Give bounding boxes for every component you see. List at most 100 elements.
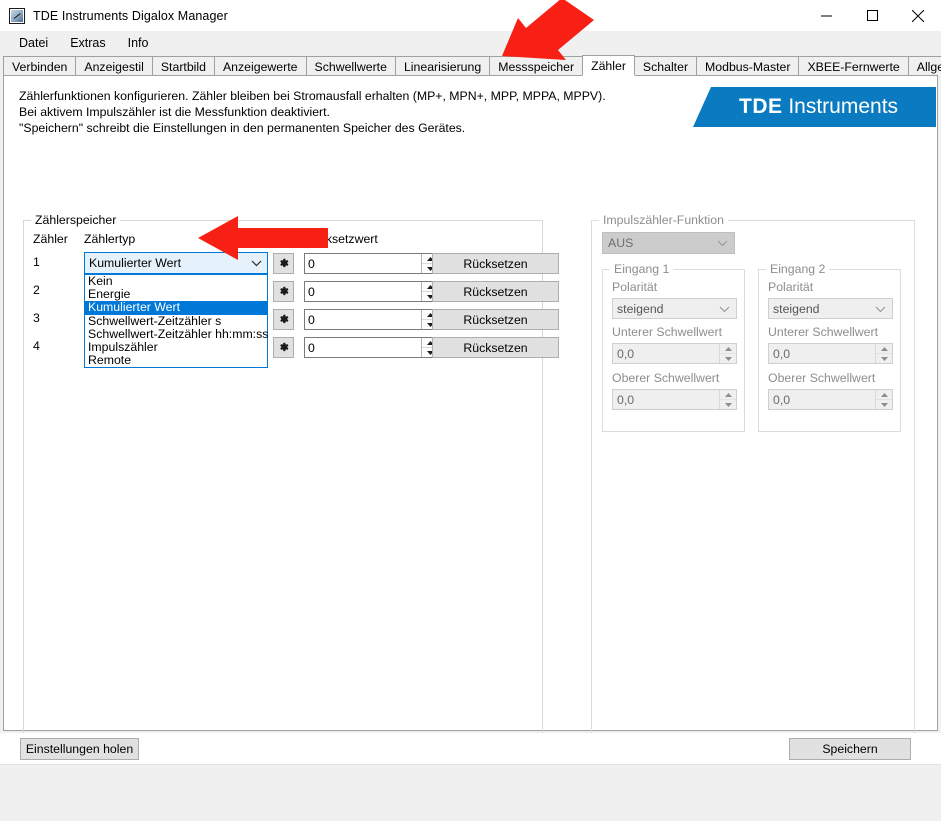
input-2-upper-threshold-value: 0,0: [773, 392, 791, 407]
spinner-up-icon[interactable]: [876, 344, 892, 353]
menu-item-extras[interactable]: Extras: [59, 33, 116, 53]
dropdown-option-schwellwert-zeitzaehler-s[interactable]: Schwellwert-Zeitzähler s: [85, 314, 267, 328]
dropdown-option-remote[interactable]: Remote: [85, 353, 267, 367]
spinner[interactable]: [719, 390, 736, 409]
reset-value-input-3-value: 0: [308, 312, 315, 327]
tab-xbee-fernwerte[interactable]: XBEE-Fernwerte: [798, 56, 909, 76]
counter-type-combobox-1[interactable]: Kumulierter Wert: [84, 252, 268, 274]
input-1-group-label: Eingang 1: [610, 262, 674, 276]
status-bar: Status: Bereit. (Powerbox) Verbunden: [0, 765, 941, 821]
tab-schalter[interactable]: Schalter: [633, 56, 698, 76]
tab-anzeigestil[interactable]: Anzeigestil: [75, 56, 153, 76]
tab-bar: Verbinden Anzeigestil Startbild Anzeigew…: [0, 55, 941, 76]
dropdown-option-kumulierter-wert[interactable]: Kumulierter Wert: [85, 301, 267, 315]
spinner-down-icon[interactable]: [720, 399, 736, 409]
input-2-lower-threshold-value: 0,0: [773, 346, 791, 361]
tab-schwellwerte[interactable]: Schwellwerte: [305, 56, 396, 76]
gauge-icon: [9, 7, 25, 24]
menu-item-info[interactable]: Info: [117, 33, 160, 53]
input-2-lower-threshold-label: Unterer Schwellwert: [768, 325, 879, 339]
minimize-icon[interactable]: [803, 0, 849, 31]
input-2-upper-threshold-input[interactable]: 0,0: [768, 389, 893, 410]
tab-allgemein[interactable]: Allgemein: [907, 56, 941, 76]
pulse-counter-group-label: Impulszähler-Funktion: [599, 213, 728, 227]
menu-bar: Datei Extras Info: [0, 31, 941, 55]
input-1-upper-threshold-value: 0,0: [617, 392, 635, 407]
input-2-group-label: Eingang 2: [766, 262, 830, 276]
tab-anzeigewerte[interactable]: Anzeigewerte: [213, 56, 307, 76]
tab-verbinden[interactable]: Verbinden: [3, 56, 77, 76]
column-header-reset-value: Rücksetzwert: [304, 232, 378, 246]
input-1-upper-threshold-input[interactable]: 0,0: [612, 389, 737, 410]
reset-value-input-1-value: 0: [308, 256, 315, 271]
counter-settings-gear-button-2[interactable]: [273, 281, 294, 302]
tab-linearisierung[interactable]: Linearisierung: [394, 56, 491, 76]
page-description: Zählerfunktionen konfigurieren. Zähler b…: [19, 89, 606, 135]
input-1-lower-threshold-label: Unterer Schwellwert: [612, 325, 723, 339]
input-1-lower-threshold-value: 0,0: [617, 346, 635, 361]
spinner-down-icon[interactable]: [720, 353, 736, 363]
logo-text-normal: Instruments: [782, 95, 899, 118]
reset-value-input-1[interactable]: 0: [304, 253, 439, 274]
reset-button-3[interactable]: Rücksetzen: [432, 309, 559, 330]
chevron-down-icon: [717, 236, 728, 250]
close-icon[interactable]: [895, 0, 941, 31]
dropdown-option-schwellwert-zeitzaehler-hhmmss[interactable]: Schwellwert-Zeitzähler hh:mm:ss: [85, 327, 268, 341]
menu-item-datei[interactable]: Datei: [8, 33, 59, 53]
row-number-3: 3: [33, 311, 40, 325]
reset-value-input-4-value: 0: [308, 340, 315, 355]
gear-icon: [280, 342, 289, 352]
pulse-mode-combobox-value: AUS: [608, 236, 634, 250]
counter-settings-gear-button-1[interactable]: [273, 253, 294, 274]
application-window: TDE Instruments Digalox Manager Datei Ex…: [0, 0, 941, 821]
maximize-icon[interactable]: [849, 0, 895, 31]
gear-icon: [280, 286, 289, 296]
tde-instruments-logo: TDE Instruments: [693, 87, 936, 127]
reset-value-input-3[interactable]: 0: [304, 309, 439, 330]
tab-modbus-master[interactable]: Modbus-Master: [696, 56, 800, 76]
chevron-down-icon: [251, 256, 262, 270]
tab-messspeicher[interactable]: Messspeicher: [489, 56, 584, 76]
input-1-lower-threshold-input[interactable]: 0,0: [612, 343, 737, 364]
reset-value-input-4[interactable]: 0: [304, 337, 439, 358]
spinner[interactable]: [875, 344, 892, 363]
row-number-2: 2: [33, 283, 40, 297]
title-bar: TDE Instruments Digalox Manager: [0, 0, 941, 31]
spinner[interactable]: [719, 344, 736, 363]
window-controls: [803, 0, 941, 31]
tab-startbild[interactable]: Startbild: [151, 56, 215, 76]
spinner[interactable]: [875, 390, 892, 409]
pulse-mode-combobox[interactable]: AUS: [602, 232, 735, 254]
input-1-upper-threshold-label: Oberer Schwellwert: [612, 371, 720, 385]
reset-button-2[interactable]: Rücksetzen: [432, 281, 559, 302]
reset-value-input-2-value: 0: [308, 284, 315, 299]
spinner-up-icon[interactable]: [720, 390, 736, 399]
input-1-polarity-combobox[interactable]: steigend: [612, 298, 737, 319]
save-button[interactable]: Speichern: [789, 738, 911, 760]
column-header-type: Zählertyp: [84, 232, 136, 246]
input-1-group: Eingang 1 Polarität steigend Unterer Sch…: [602, 262, 745, 432]
tab-content-zaehler: Zählerfunktionen konfigurieren. Zähler b…: [3, 75, 938, 804]
spinner-down-icon[interactable]: [876, 353, 892, 363]
reset-button-1[interactable]: Rücksetzen: [432, 253, 559, 274]
spinner-down-icon[interactable]: [876, 399, 892, 409]
logo-text: TDE Instruments: [739, 95, 898, 119]
input-2-lower-threshold-input[interactable]: 0,0: [768, 343, 893, 364]
spinner-up-icon[interactable]: [876, 390, 892, 399]
pulse-counter-group: Impulszähler-Funktion AUS Eingang 1 Pola…: [591, 213, 915, 804]
tab-zaehler[interactable]: Zähler: [582, 55, 635, 76]
counter-settings-gear-button-4[interactable]: [273, 337, 294, 358]
input-2-upper-threshold-label: Oberer Schwellwert: [768, 371, 876, 385]
spinner-up-icon[interactable]: [720, 344, 736, 353]
counter-memory-group-label: Zählerspeicher: [31, 213, 121, 227]
reset-value-input-2[interactable]: 0: [304, 281, 439, 302]
gear-icon: [280, 258, 289, 268]
fetch-settings-button[interactable]: Einstellungen holen: [20, 738, 139, 760]
input-2-polarity-combobox[interactable]: steigend: [768, 298, 893, 319]
counter-settings-gear-button-3[interactable]: [273, 309, 294, 330]
reset-button-4[interactable]: Rücksetzen: [432, 337, 559, 358]
counter-type-combobox-1-value: Kumulierter Wert: [89, 256, 182, 270]
counter-type-dropdown-list-1[interactable]: Kein Energie Kumulierter Wert Schwellwer…: [84, 274, 268, 369]
chevron-down-icon: [719, 302, 730, 316]
input-2-polarity-value: steigend: [773, 301, 820, 316]
